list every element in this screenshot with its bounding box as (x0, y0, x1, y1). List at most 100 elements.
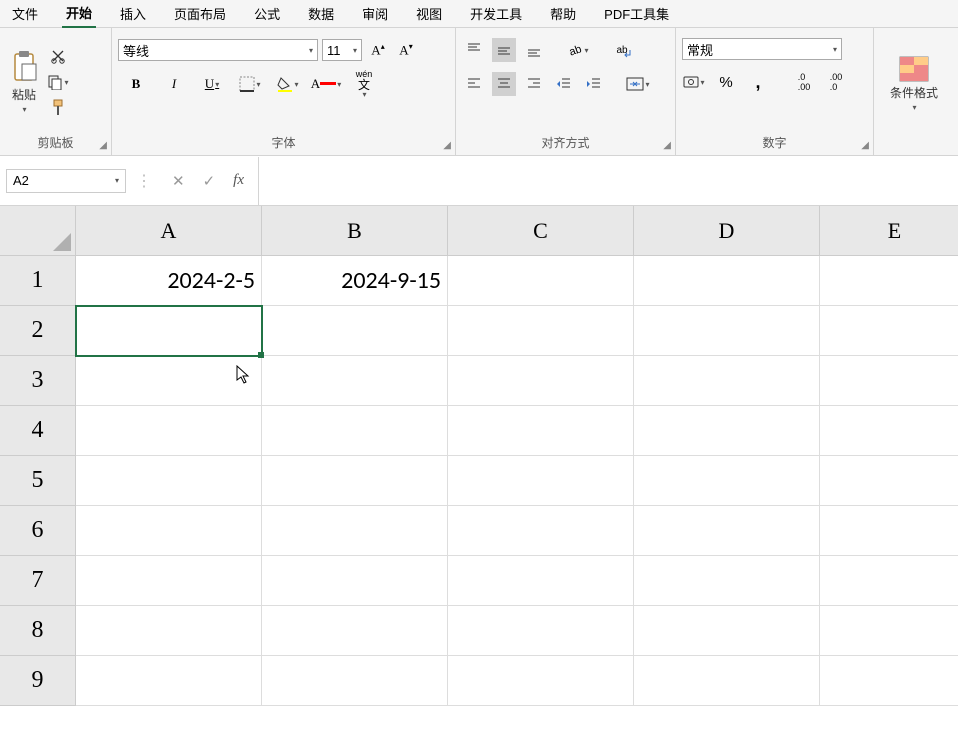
cell-c5[interactable] (448, 456, 634, 506)
cut-button[interactable] (46, 44, 70, 68)
increase-decimal-button[interactable]: .0.00 (792, 70, 816, 94)
align-center-button[interactable] (492, 72, 516, 96)
col-header-b[interactable]: B (262, 206, 448, 256)
border-button[interactable]: ▾ (238, 72, 262, 96)
row-header-1[interactable]: 1 (0, 256, 76, 306)
wrap-text-button[interactable]: ab (610, 38, 634, 62)
decrease-font-button[interactable]: A▾ (394, 38, 418, 62)
select-all-corner[interactable] (0, 206, 76, 256)
formula-enter-button[interactable]: ✓ (203, 172, 216, 190)
cell-c1[interactable] (448, 256, 634, 306)
name-box[interactable]: A2 ▾ (6, 169, 126, 193)
comma-format-button[interactable]: , (746, 70, 770, 94)
menu-page-layout[interactable]: 页面布局 (170, 0, 230, 27)
row-header-9[interactable]: 9 (0, 656, 76, 706)
format-painter-button[interactable] (46, 96, 70, 120)
decrease-decimal-button[interactable]: .00.0 (824, 70, 848, 94)
align-middle-button[interactable] (492, 38, 516, 62)
row-header-6[interactable]: 6 (0, 506, 76, 556)
cell-d5[interactable] (634, 456, 820, 506)
col-header-a[interactable]: A (76, 206, 262, 256)
cell-e2[interactable] (820, 306, 958, 356)
cell-e4[interactable] (820, 406, 958, 456)
cell-e3[interactable] (820, 356, 958, 406)
dialog-launcher-icon[interactable]: ◢ (443, 140, 451, 151)
menu-home[interactable]: 开始 (62, 0, 96, 28)
italic-button[interactable]: I (162, 72, 186, 96)
col-header-c[interactable]: C (448, 206, 634, 256)
cell-b9[interactable] (262, 656, 448, 706)
cell-a5[interactable] (76, 456, 262, 506)
cell-d3[interactable] (634, 356, 820, 406)
cell-e9[interactable] (820, 656, 958, 706)
cell-e8[interactable] (820, 606, 958, 656)
phonetic-button[interactable]: wén文▾ (352, 72, 376, 96)
formula-input[interactable] (258, 157, 958, 205)
dialog-launcher-icon[interactable]: ◢ (663, 140, 671, 151)
menu-formulas[interactable]: 公式 (250, 0, 284, 27)
cell-c6[interactable] (448, 506, 634, 556)
menu-data[interactable]: 数据 (304, 0, 338, 27)
menu-pdf-tools[interactable]: PDF工具集 (600, 0, 673, 27)
decrease-indent-button[interactable] (552, 72, 576, 96)
cell-e1[interactable] (820, 256, 958, 306)
formula-cancel-button[interactable]: ✕ (172, 172, 185, 190)
cell-c2[interactable] (448, 306, 634, 356)
increase-indent-button[interactable] (582, 72, 606, 96)
row-header-3[interactable]: 3 (0, 356, 76, 406)
accounting-format-button[interactable]: ▾ (682, 70, 706, 94)
cell-b1[interactable]: 2024-9-15 (262, 256, 448, 306)
font-size-select[interactable]: 11 ▾ (322, 39, 362, 61)
cell-b6[interactable] (262, 506, 448, 556)
row-header-5[interactable]: 5 (0, 456, 76, 506)
bold-button[interactable]: B (124, 72, 148, 96)
cell-a8[interactable] (76, 606, 262, 656)
align-right-button[interactable] (522, 72, 546, 96)
cell-d9[interactable] (634, 656, 820, 706)
col-header-e[interactable]: E (820, 206, 958, 256)
row-header-4[interactable]: 4 (0, 406, 76, 456)
font-name-select[interactable]: 等线 ▾ (118, 39, 318, 61)
col-header-d[interactable]: D (634, 206, 820, 256)
cell-d7[interactable] (634, 556, 820, 606)
cell-d1[interactable] (634, 256, 820, 306)
cell-c7[interactable] (448, 556, 634, 606)
align-left-button[interactable] (462, 72, 486, 96)
menu-help[interactable]: 帮助 (546, 0, 580, 27)
fill-color-button[interactable]: ▾ (276, 72, 300, 96)
percent-format-button[interactable]: % (714, 70, 738, 94)
align-bottom-button[interactable] (522, 38, 546, 62)
cell-b8[interactable] (262, 606, 448, 656)
menu-file[interactable]: 文件 (8, 0, 42, 27)
underline-button[interactable]: U▾ (200, 72, 224, 96)
cell-b3[interactable] (262, 356, 448, 406)
dialog-launcher-icon[interactable]: ◢ (861, 140, 869, 151)
cell-b7[interactable] (262, 556, 448, 606)
cell-a7[interactable] (76, 556, 262, 606)
cell-d8[interactable] (634, 606, 820, 656)
insert-function-button[interactable]: fx (233, 172, 244, 190)
cell-c3[interactable] (448, 356, 634, 406)
align-top-button[interactable] (462, 38, 486, 62)
menu-insert[interactable]: 插入 (116, 0, 150, 27)
merge-button[interactable]: ▾ (626, 72, 650, 96)
cell-a9[interactable] (76, 656, 262, 706)
menu-developer[interactable]: 开发工具 (466, 0, 526, 27)
orientation-button[interactable]: ab▾ (566, 38, 590, 62)
cell-c9[interactable] (448, 656, 634, 706)
cell-a1[interactable]: 2024-2-5 (76, 256, 262, 306)
cell-e5[interactable] (820, 456, 958, 506)
cell-c4[interactable] (448, 406, 634, 456)
cell-c8[interactable] (448, 606, 634, 656)
cell-d4[interactable] (634, 406, 820, 456)
cell-e7[interactable] (820, 556, 958, 606)
copy-button[interactable]: ▾ (46, 70, 70, 94)
menu-view[interactable]: 视图 (412, 0, 446, 27)
cell-a2[interactable] (76, 306, 262, 356)
row-header-8[interactable]: 8 (0, 606, 76, 656)
cell-a3[interactable] (76, 356, 262, 406)
menu-review[interactable]: 审阅 (358, 0, 392, 27)
cell-b5[interactable] (262, 456, 448, 506)
cell-a4[interactable] (76, 406, 262, 456)
font-color-button[interactable]: A▾ (314, 72, 338, 96)
